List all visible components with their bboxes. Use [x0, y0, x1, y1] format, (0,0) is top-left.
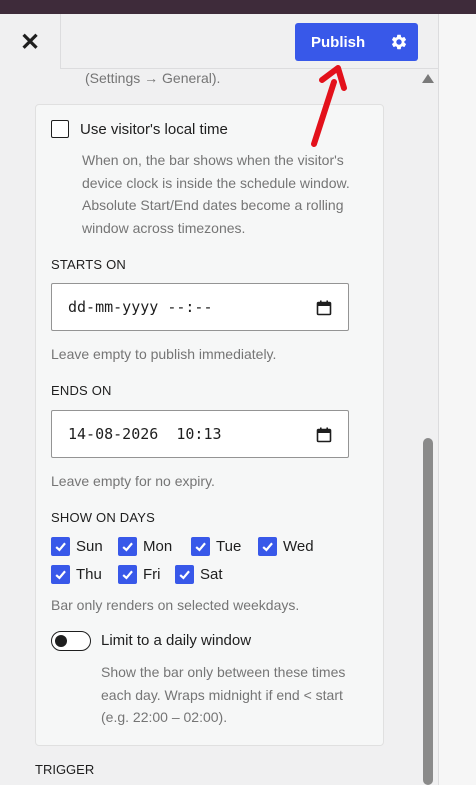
annotation-arrow-icon [311, 65, 347, 147]
checkbox-checked[interactable] [51, 537, 70, 556]
checkmark-icon [55, 570, 66, 580]
day-label: Thu [76, 566, 102, 583]
checkbox-checked[interactable] [175, 565, 194, 584]
day-checkbox-fri[interactable]: Fri [118, 565, 161, 584]
checkbox-checked[interactable] [51, 565, 70, 584]
day-checkbox-sun[interactable]: Sun [51, 537, 103, 556]
checkmark-icon [195, 542, 206, 552]
show-on-days-title: SHOW ON DAYS [51, 510, 156, 525]
day-checkbox-sat[interactable]: Sat [175, 565, 223, 584]
trigger-section-title: TRIGGER [35, 762, 95, 777]
settings-note: (Settings → General). [85, 70, 221, 86]
publish-button[interactable]: Publish [295, 34, 381, 51]
daily-window-label: Limit to a daily window [101, 632, 252, 649]
local-time-label: Use visitor's local time [80, 120, 228, 138]
day-checkbox-wed[interactable]: Wed [258, 537, 314, 556]
starts-on-title: STARTS ON [51, 257, 126, 272]
day-label: Wed [283, 538, 314, 555]
day-label: Tue [216, 538, 242, 555]
local-time-checkbox-row[interactable]: Use visitor's local time [51, 120, 228, 138]
gear-icon[interactable] [390, 33, 408, 51]
checkbox-checked[interactable] [118, 537, 137, 556]
checkmark-icon [55, 542, 66, 552]
days-help: Bar only renders on selected weekdays. [51, 597, 300, 613]
scroll-up-arrow[interactable] [422, 74, 434, 83]
local-time-checkbox[interactable] [51, 120, 69, 138]
day-label: Sun [76, 538, 103, 555]
ends-on-value: 14-08-2026 10:13 [68, 425, 222, 443]
daily-window-help-1: Show the bar only between these times [101, 664, 346, 680]
day-checkbox-thu[interactable]: Thu [51, 565, 102, 584]
day-checkbox-tue[interactable]: Tue [191, 537, 241, 556]
checkmark-icon [179, 570, 190, 580]
ends-on-title: ENDS ON [51, 383, 112, 398]
daily-window-help-2: each day. Wraps midnight if end < start [101, 687, 343, 703]
day-label: Fri [143, 566, 161, 583]
top-strip [0, 0, 476, 14]
checkmark-icon [122, 542, 133, 552]
checkmark-icon [262, 542, 273, 552]
ends-on-input[interactable]: 14-08-2026 10:13 [51, 410, 349, 458]
day-label: Mon [143, 538, 173, 555]
calendar-icon[interactable] [316, 427, 332, 443]
starts-on-value: dd-mm-yyyy --:-- [68, 298, 213, 316]
starts-on-input[interactable]: dd-mm-yyyy --:-- [51, 283, 349, 331]
starts-on-help: Leave empty to publish immediately. [51, 346, 277, 362]
checkbox-checked[interactable] [118, 565, 137, 584]
right-edge-panel [438, 14, 476, 785]
day-label: Sat [200, 566, 223, 583]
checkmark-icon [122, 570, 133, 580]
checkbox-checked[interactable] [191, 537, 210, 556]
scrollbar-thumb[interactable] [423, 438, 433, 785]
close-button[interactable]: ✕ [0, 14, 60, 70]
close-icon: ✕ [19, 28, 41, 56]
publish-button-group: Publish [295, 23, 418, 61]
daily-window-toggle[interactable] [51, 631, 91, 651]
checkbox-checked[interactable] [258, 537, 277, 556]
calendar-icon[interactable] [316, 300, 332, 316]
ends-on-help: Leave empty for no expiry. [51, 473, 215, 489]
toggle-knob [55, 635, 67, 647]
local-time-help: When on, the bar shows when the visitor'… [82, 152, 350, 236]
daily-window-help-3: (e.g. 22:00 – 02:00). [101, 709, 228, 725]
day-checkbox-mon[interactable]: Mon [118, 537, 172, 556]
